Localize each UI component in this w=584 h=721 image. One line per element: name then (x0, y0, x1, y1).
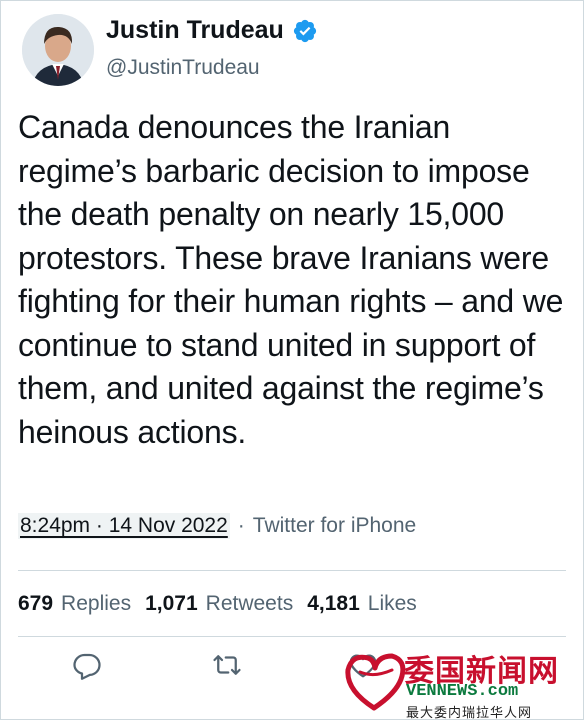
retweets-count[interactable]: 1,071 (145, 592, 198, 616)
watermark: 委国新闻网 VENNEWS.com 最大委内瑞拉华人网 (340, 640, 584, 720)
tweet-timestamp[interactable]: 8:24pm · 14 Nov 2022 (18, 513, 230, 539)
tweet-meta: 8:24pm · 14 Nov 2022 · Twitter for iPhon… (18, 513, 416, 539)
avatar-portrait-icon (22, 14, 94, 86)
reply-icon (73, 653, 101, 680)
author-display-name[interactable]: Justin Trudeau (106, 16, 284, 45)
tweet-header: Justin Trudeau @JustinTrudeau (22, 12, 562, 92)
meta-separator: · (237, 514, 245, 537)
retweet-button[interactable] (212, 650, 248, 686)
watermark-domain: VENNEWS.com (406, 682, 519, 701)
likes-count[interactable]: 4,181 (307, 592, 360, 616)
tweet-text: Canada denounces the Iranian regime’s ba… (18, 109, 564, 450)
retweets-label[interactable]: Retweets (206, 592, 294, 616)
divider-bottom (18, 636, 566, 637)
verified-badge-icon (293, 19, 316, 42)
watermark-logo-icon (345, 653, 406, 711)
author-name-row: Justin Trudeau (106, 16, 318, 45)
tweet-stats: 679 Replies 1,071 Retweets 4,181 Likes (18, 592, 431, 616)
tweet-source[interactable]: Twitter for iPhone (253, 514, 416, 538)
watermark-subtitle: 最大委内瑞拉华人网 (406, 705, 533, 720)
replies-label[interactable]: Replies (61, 592, 131, 616)
author-handle[interactable]: @JustinTrudeau (106, 56, 260, 80)
avatar[interactable] (22, 14, 94, 86)
retweet-icon (213, 655, 241, 675)
reply-button[interactable] (72, 650, 108, 686)
divider-top (18, 570, 566, 571)
likes-label[interactable]: Likes (368, 592, 417, 616)
replies-count[interactable]: 679 (18, 592, 53, 616)
